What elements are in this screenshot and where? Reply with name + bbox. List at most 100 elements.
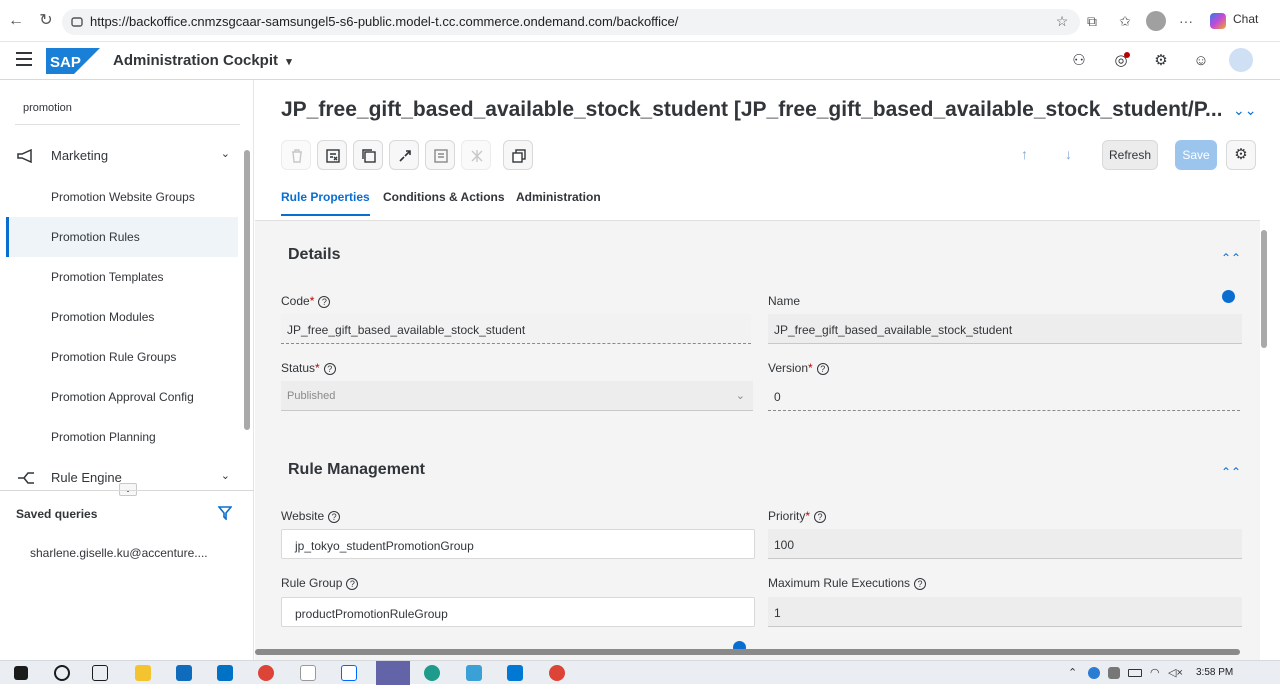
address-bar[interactable]: https://backoffice.cnmzsgcaar-samsungel5… <box>62 9 1080 35</box>
chat-button[interactable]: Chat <box>1233 12 1258 26</box>
search-icon[interactable] <box>54 665 70 681</box>
sidebar-item-promotion-modules[interactable]: Promotion Modules <box>6 297 238 337</box>
edge-icon[interactable] <box>424 665 440 681</box>
tab-rule-properties[interactable]: Rule Properties <box>281 190 370 216</box>
editor-vertical-scrollbar[interactable] <box>1261 230 1267 348</box>
feedback-icon[interactable]: ☺ <box>1190 50 1212 72</box>
sidebar-item-promotion-rules[interactable]: Promotion Rules <box>6 217 238 257</box>
max-rule-executions-field[interactable]: 1 <box>768 597 1242 627</box>
name-label: Name <box>768 294 801 308</box>
chrome-icon[interactable] <box>258 665 274 681</box>
previous-item-icon[interactable]: ↑ <box>1021 146 1028 162</box>
saved-queries-title: Saved queries <box>16 507 98 521</box>
collapse-section-icon[interactable]: ⌃⌃ <box>1221 251 1241 265</box>
more-menu-icon[interactable]: ··· <box>1177 12 1195 30</box>
taskbar-clock[interactable]: 3:58 PM <box>1196 667 1233 678</box>
store-icon[interactable] <box>176 665 192 681</box>
sidebar-item-label: Promotion Modules <box>51 310 155 324</box>
zalo-icon[interactable] <box>341 665 357 681</box>
chrome-icon[interactable] <box>549 665 565 681</box>
website-label: Website? <box>281 509 341 523</box>
help-icon[interactable]: ⚙ <box>1150 50 1172 72</box>
vscode-icon[interactable] <box>507 665 523 681</box>
volume-icon[interactable]: ◁× <box>1168 666 1183 679</box>
next-item-icon[interactable]: ↓ <box>1065 146 1072 162</box>
user-role-icon[interactable]: ⚇ <box>1068 50 1090 72</box>
tab-conditions-actions[interactable]: Conditions & Actions <box>383 190 505 214</box>
duplicate-button[interactable] <box>353 140 383 170</box>
name-field[interactable]: JP_free_gift_based_available_stock_stude… <box>768 314 1242 344</box>
task-view-icon[interactable] <box>92 665 108 681</box>
help-icon[interactable]: ? <box>318 296 331 308</box>
tray-app-icon[interactable] <box>1088 667 1100 679</box>
help-icon[interactable]: ? <box>328 511 341 523</box>
editor-horizontal-scrollbar[interactable] <box>255 649 1240 655</box>
sidebar-group-label: Marketing <box>51 148 109 163</box>
section-title-details: Details <box>288 246 341 263</box>
sidebar-item-promotion-planning[interactable]: Promotion Planning <box>6 417 238 457</box>
help-icon[interactable]: ? <box>914 578 927 590</box>
profile-icon[interactable] <box>1146 11 1166 31</box>
save-button[interactable]: Save <box>1175 140 1217 170</box>
filter-icon[interactable] <box>218 506 232 520</box>
delete-button[interactable] <box>281 140 311 170</box>
notepad-icon[interactable] <box>466 665 482 681</box>
site-info-icon[interactable] <box>70 15 84 29</box>
status-select[interactable]: Published ⌄ <box>281 381 753 411</box>
sidebar-item-label: Promotion Rules <box>51 230 140 244</box>
help-icon[interactable]: ? <box>323 363 336 375</box>
section-title-rule-management: Rule Management <box>288 461 425 478</box>
sidebar-item-promotion-rule-groups[interactable]: Promotion Rule Groups <box>6 337 238 377</box>
gear-icon[interactable]: ⚙ <box>1226 140 1256 170</box>
version-label-text: Version <box>768 361 809 375</box>
undeploy-button[interactable] <box>461 140 491 170</box>
sidebar-search-input[interactable]: promotion <box>23 102 72 114</box>
favorite-star-icon[interactable]: ☆ <box>1053 12 1071 30</box>
teams-icon[interactable] <box>376 661 410 685</box>
clone-icon <box>512 149 526 163</box>
document-icon[interactable] <box>300 665 316 681</box>
saved-query-item[interactable]: sharlene.giselle.ku@accenture.... <box>30 546 208 560</box>
tray-app-icon[interactable] <box>1108 667 1120 679</box>
editor-area: JP_free_gift_based_available_stock_stude… <box>255 80 1272 660</box>
extensions-icon[interactable]: ⧉ <box>1083 12 1101 30</box>
tray-expand-icon[interactable]: ⌃ <box>1068 666 1077 679</box>
favorites-icon[interactable]: ✩ <box>1116 12 1134 30</box>
clear-button[interactable] <box>317 140 347 170</box>
rule-group-label: Rule Group? <box>281 576 359 590</box>
reload-icon[interactable]: ↻ <box>36 11 56 31</box>
file-explorer-icon[interactable] <box>135 665 151 681</box>
sidebar-item-promotion-website-groups[interactable]: Promotion Website Groups <box>6 177 238 217</box>
rule-group-field[interactable]: productPromotionRuleGroup <box>281 597 755 627</box>
collapse-section-icon[interactable]: ⌃⌃ <box>1221 465 1241 479</box>
windows-start-icon[interactable] <box>14 666 28 680</box>
sidebar-group-marketing[interactable]: Marketing ⌄ <box>6 138 238 174</box>
sidebar-item-promotion-approval-config[interactable]: Promotion Approval Config <box>6 377 238 417</box>
clone-button[interactable] <box>503 140 533 170</box>
compile-button[interactable] <box>425 140 455 170</box>
deploy-button[interactable] <box>389 140 419 170</box>
copilot-icon[interactable] <box>1210 13 1226 29</box>
notifications-icon[interactable]: ◎ <box>1110 50 1132 72</box>
help-icon[interactable]: ? <box>814 511 827 523</box>
menu-icon[interactable] <box>16 52 32 66</box>
version-field[interactable]: 0 <box>768 381 1240 411</box>
website-field[interactable]: jp_tokyo_studentPromotionGroup <box>281 529 755 559</box>
help-icon[interactable]: ? <box>816 363 829 375</box>
code-field[interactable]: JP_free_gift_based_available_stock_stude… <box>281 314 751 344</box>
globe-icon[interactable] <box>1222 290 1235 303</box>
refresh-button[interactable]: Refresh <box>1102 140 1158 170</box>
back-icon[interactable]: ← <box>6 11 26 31</box>
help-icon[interactable]: ? <box>346 578 359 590</box>
wifi-icon[interactable]: ◠ <box>1150 666 1160 679</box>
outlook-icon[interactable] <box>217 665 233 681</box>
tab-administration[interactable]: Administration <box>516 190 601 214</box>
sidebar-item-promotion-templates[interactable]: Promotion Templates <box>6 257 238 297</box>
priority-field[interactable]: 100 <box>768 529 1242 559</box>
copy-icon <box>362 149 376 163</box>
avatar[interactable] <box>1229 48 1253 72</box>
expand-header-icon[interactable]: ⌄⌄ <box>1233 102 1256 119</box>
sidebar-scrollbar[interactable] <box>244 150 250 430</box>
app-title[interactable]: Administration Cockpit ▾ <box>113 52 292 69</box>
search-divider <box>15 124 240 125</box>
